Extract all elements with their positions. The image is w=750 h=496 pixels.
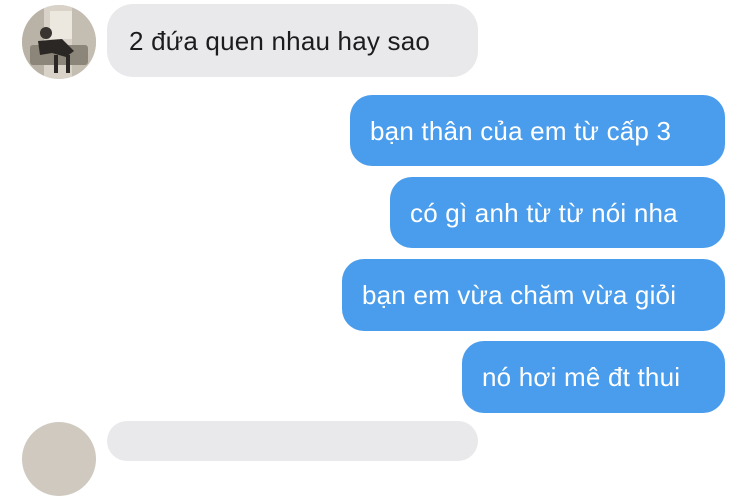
message-text: 2 đứa quen nhau hay sao xyxy=(129,25,431,56)
sender-avatar[interactable] xyxy=(22,5,96,79)
message-text: bạn em vừa chăm vừa giỏi xyxy=(362,280,677,310)
outgoing-message-bubble[interactable]: có gì anh từ từ nói nha xyxy=(390,177,725,248)
incoming-message-bubble[interactable]: 2 đứa quen nhau hay sao xyxy=(107,4,478,77)
outgoing-message-bubble[interactable]: bạn em vừa chăm vừa giỏi xyxy=(342,259,725,331)
sender-avatar-partial[interactable] xyxy=(22,422,96,496)
message-text: nó hơi mê đt thui xyxy=(482,362,681,392)
message-text: bạn thân của em từ cấp 3 xyxy=(370,115,672,146)
message-text: có gì anh từ từ nói nha xyxy=(410,197,678,228)
incoming-message-bubble-partial[interactable] xyxy=(107,421,478,461)
outgoing-message-bubble[interactable]: nó hơi mê đt thui xyxy=(462,341,725,413)
outgoing-message-bubble[interactable]: bạn thân của em từ cấp 3 xyxy=(350,95,725,166)
